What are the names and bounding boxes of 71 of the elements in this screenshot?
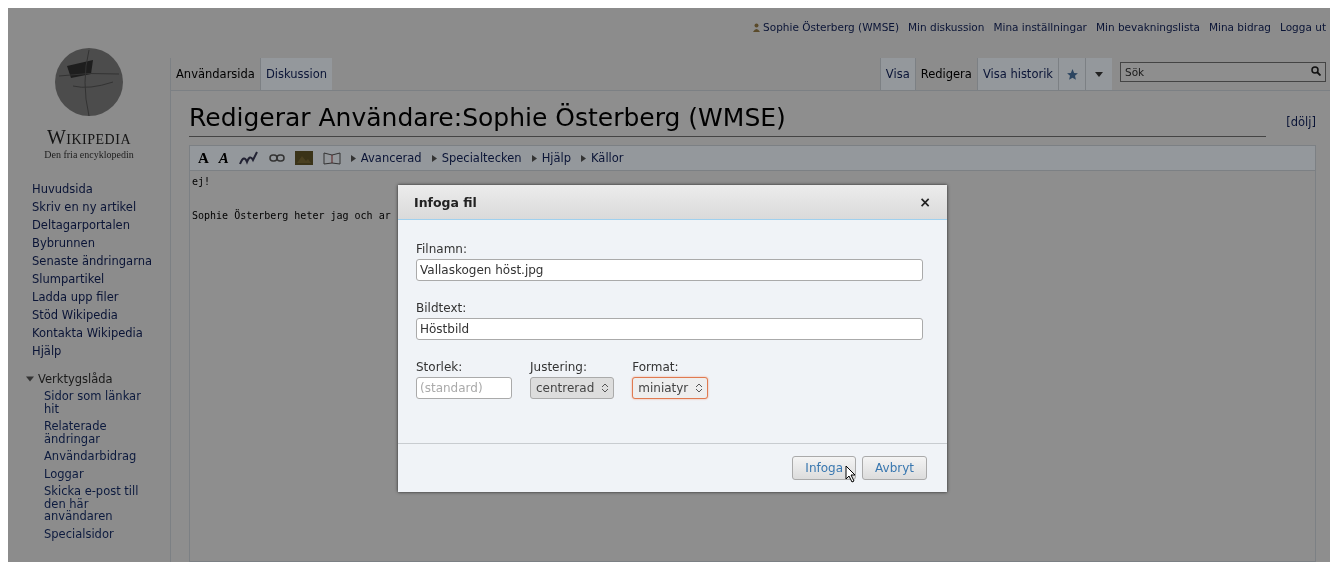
sidebar-link[interactable]: Stöd Wikipedia [32,306,170,324]
personal-link[interactable]: Mina bidrag [1208,21,1272,33]
size-field[interactable]: (standard) [416,377,512,399]
text-field[interactable]: Höstbild [416,318,923,340]
mouse-pointer-icon [845,465,857,483]
triangle-icon [431,154,437,162]
editor-section-link[interactable]: Avancerad [350,151,422,165]
search-field[interactable]: Sök [1120,62,1326,82]
toolbox-toggle[interactable]: Verktygslåda [26,372,170,386]
view-tab[interactable]: Visa historik [976,58,1058,90]
close-button[interactable]: × [919,194,931,210]
stepper-icon [602,383,609,393]
stepper-icon [696,383,703,393]
editor-section-link[interactable]: Specialtecken [431,151,522,165]
bold-button[interactable]: A [198,149,209,167]
view-tab[interactable]: Visa [879,58,915,90]
sidebar-link[interactable]: Bybrunnen [32,234,170,252]
field-label: Justering: [530,360,589,374]
insert-button[interactable]: Infoga [792,456,857,480]
hide-link[interactable]: [dölj] [1286,115,1316,129]
field-label: Filnamn: [416,242,468,256]
field-label: Bildtext: [416,301,468,315]
user-link[interactable]: Sophie Österberg (WMSE) [753,21,900,33]
sidebar-link[interactable]: Slumpartikel [32,270,170,288]
triangle-icon [531,154,537,162]
toolbox-link[interactable]: Loggar [44,467,144,480]
wordmark: Wikipedia [46,126,131,149]
select-dropdown[interactable]: centrerad [530,377,615,399]
personal-link[interactable]: Mina inställningar [993,21,1087,33]
sidebar-link[interactable]: Senaste ändringarna [32,252,170,270]
triangle-icon [581,154,587,162]
namespace-tab[interactable]: Diskussion [259,58,333,90]
star-icon [1065,67,1079,81]
toolbox-link[interactable]: Relaterade ändringar [44,420,144,445]
field-label: Storlek: [416,360,464,374]
more-menu-button[interactable] [1085,58,1112,90]
sidebar-link[interactable]: Huvudsida [32,180,170,198]
editor-section-link[interactable]: Källor [581,151,624,165]
dialog-title: Infoga fil [414,194,477,210]
cancel-button[interactable]: Avbryt [862,456,927,480]
link-icon[interactable] [268,154,285,162]
tagline: Den fria encyklopedin [44,149,134,160]
book-icon[interactable] [322,151,341,165]
page-title: Redigerar Användare:Sophie Österberg (WMSE) [189,103,1267,137]
sidebar-link[interactable]: Ladda upp filer [32,288,170,306]
image-icon[interactable] [294,151,313,165]
user-icon [753,22,761,32]
caret-icon [1095,71,1103,77]
sidebar-link[interactable]: Deltagarportalen [32,216,170,234]
search-icon[interactable] [1311,66,1321,76]
puzzle-globe-logo[interactable] [53,46,125,118]
watch-star-button[interactable] [1058,58,1085,90]
toolbox-link[interactable]: Sidor som länkar hit [44,390,144,415]
editor-section-link[interactable]: Hjälp [531,151,572,165]
sidebar-link[interactable]: Kontakta Wikipedia [32,324,170,342]
toolbox-link[interactable]: Specialsidor [44,527,144,540]
signature-icon[interactable] [238,150,259,166]
field-label: Format: [632,360,680,374]
sidebar-link[interactable]: Hjälp [32,342,170,360]
toolbox-link[interactable]: Användarbidrag [44,450,144,463]
triangle-icon [350,154,356,162]
sidebar-link[interactable]: Skriv en ny artikel [32,198,170,216]
toolbox-link[interactable]: Skicka e-post till den här användaren [44,485,144,523]
wikitext-line[interactable]: ej! [192,173,211,190]
wikitext-line[interactable]: Sophie Österberg heter jag och ar [192,207,391,224]
personal-link[interactable]: Min diskussion [908,21,985,33]
personal-link[interactable]: Min bevakningslista [1095,21,1200,33]
personal-link[interactable]: Logga ut [1280,21,1326,33]
text-field[interactable]: Vallaskogen höst.jpg [416,259,923,281]
select-dropdown[interactable]: miniatyr [632,377,709,399]
italic-button[interactable]: A [218,149,229,167]
